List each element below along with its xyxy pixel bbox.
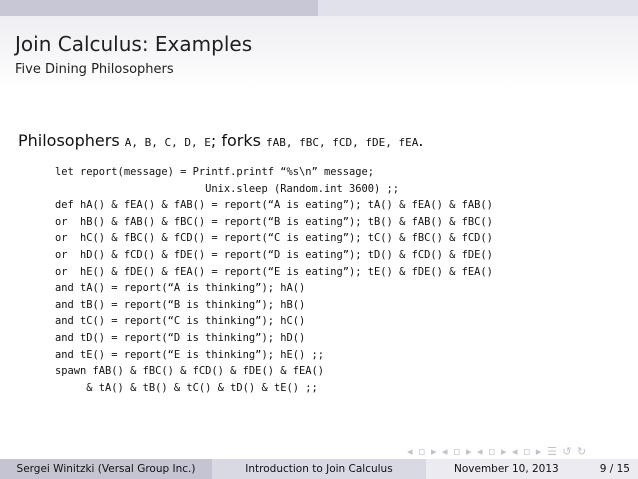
code-line: and tD() = report(“D is thinking”); hD() (55, 331, 306, 344)
code-line: and tC() = report(“C is thinking”); hC() (55, 315, 306, 328)
footer-talk-title: Introduction to Join Calculus (212, 459, 426, 479)
top-bar-left-segment[interactable] (0, 0, 318, 16)
code-line: and tB() = report(“B is thinking”); hB() (55, 298, 306, 311)
top-bar-right-segment[interactable] (318, 0, 638, 16)
code-line: Unix.sleep (Random.int 3600) ;; (55, 182, 400, 195)
beamer-navigation-icons[interactable]: ◂ ▫ ▸ ◂ ▫ ▸ ◂ ▫ ▸ ◂ ▫ ▸ ☰ ↺ ↻ (407, 445, 587, 458)
top-navigation-bar (0, 0, 638, 16)
slide-title: Join Calculus: Examples (15, 32, 253, 56)
footer-author: Sergei Winitzki (Versal Group Inc.) (0, 459, 212, 479)
footer-bar: Sergei Winitzki (Versal Group Inc.) Intr… (0, 459, 638, 479)
code-line: let report(message) = Printf.printf “%s\… (55, 166, 375, 178)
slide-subtitle: Five Dining Philosophers (15, 62, 174, 77)
footer-date: November 10, 2013 (454, 463, 559, 475)
code-line: spawn fAB() & fBC() & fCD() & fDE() & fE… (55, 365, 324, 378)
philosophers-heading: Philosophers A, B, C, D, E; forks fAB, f… (18, 131, 423, 150)
philosophers-word: Philosophers (18, 131, 120, 150)
code-line: or hD() & fCD() & fDE() = report(“D is e… (55, 248, 493, 261)
code-line: and tE() = report(“E is thinking”); hE()… (55, 348, 324, 361)
code-line: def hA() & fEA() & fAB() = report(“A is … (55, 199, 493, 212)
footer-page-number: 9 / 15 (599, 463, 630, 475)
code-line: and tA() = report(“A is thinking”); hA() (55, 282, 306, 295)
footer-date-page: November 10, 2013 9 / 15 (426, 459, 638, 479)
forks-separator: ; forks (210, 131, 261, 150)
forks-list: fAB, fBC, fCD, fDE, fEA (266, 136, 419, 149)
code-block: let report(message) = Printf.printf “%s\… (55, 164, 493, 396)
code-line: or hE() & fDE() & fEA() = report(“E is e… (55, 265, 493, 278)
philosophers-list: A, B, C, D, E (124, 136, 211, 149)
code-line: or hC() & fBC() & fCD() = report(“C is e… (55, 232, 493, 245)
heading-end: . (418, 131, 424, 150)
code-line: or hB() & fAB() & fBC() = report(“B is e… (55, 215, 493, 228)
code-line: & tA() & tB() & tC() & tD() & tE() ;; (55, 381, 318, 394)
